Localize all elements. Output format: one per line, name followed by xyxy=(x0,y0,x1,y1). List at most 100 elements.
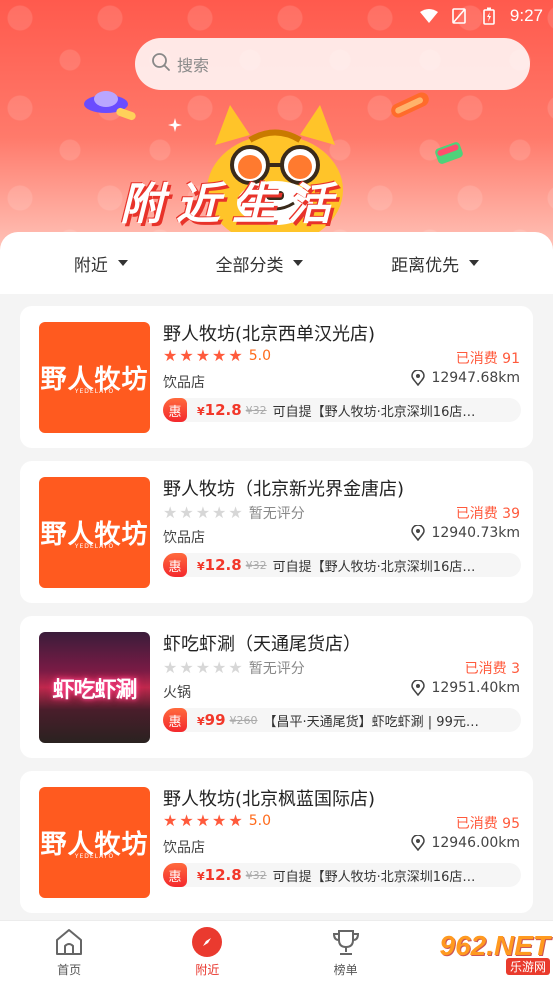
filter-sort[interactable]: 距离优先 xyxy=(391,251,480,276)
star-icon: ★ xyxy=(195,346,211,365)
sold-count: 已消费 95 xyxy=(455,816,520,832)
location-pin-icon xyxy=(411,525,426,541)
caret-down-icon xyxy=(293,260,304,266)
store-name: 野人牧坊(北京枫蓝国际店) xyxy=(163,789,376,810)
store-name: 虾吃虾涮（天通尾货店） xyxy=(163,634,361,655)
filter-label: 全部分类 xyxy=(215,255,284,276)
nav-label: 首页 xyxy=(57,962,82,977)
deal-price: ¥12.8 xyxy=(197,401,242,419)
home-icon xyxy=(56,928,83,955)
store-logo-sub: YEDELATO xyxy=(74,388,115,395)
deal-original-price: ¥260 xyxy=(229,713,258,727)
store-category: 饮品店 xyxy=(163,375,205,391)
deal-description: 可自提【野人牧坊·北京深圳16店… xyxy=(272,869,476,885)
store-card[interactable]: 野人牧坊 YEDELATO 野人牧坊(北京西单汉光店) ★ ★ ★ ★ ★ 5.0 已消… xyxy=(20,306,533,448)
star-icon: ★ xyxy=(195,658,211,677)
store-rating: ★ ★ ★ ★ ★ 暂无评分 xyxy=(163,658,305,678)
store-rating: ★ ★ ★ ★ ★ 5.0 xyxy=(163,346,271,365)
nav-label: 榜单 xyxy=(333,962,358,977)
wifi-icon xyxy=(419,7,438,25)
deal-row[interactable]: 惠 ¥12.8 ¥32 可自提【野人牧坊·北京深圳16店… xyxy=(163,863,521,887)
status-time: 9:27 xyxy=(509,6,543,25)
star-icon: ★ xyxy=(163,658,178,677)
store-card[interactable]: 野人牧坊 YEDELATO 野人牧坊（北京新光界金唐店) ★ ★ ★ ★ ★ 暂无评分 … xyxy=(20,461,533,603)
store-logo-sub: YEDELATO xyxy=(74,853,115,860)
nav-ranking[interactable]: 榜单 xyxy=(277,921,415,983)
header-banner: 9:27 搜索 附近生活 xyxy=(0,0,553,250)
caret-down-icon xyxy=(469,260,480,266)
store-rating: ★ ★ ★ ★ ★ 暂无评分 xyxy=(163,503,305,523)
nav-home[interactable]: 首页 xyxy=(0,921,138,983)
status-bar: 9:27 xyxy=(0,0,553,32)
star-icon: ★ xyxy=(179,503,194,522)
ufo-icon xyxy=(84,91,136,121)
deal-price: ¥99 xyxy=(197,711,226,729)
star-icon: ★ xyxy=(179,658,194,677)
star-icon: ★ xyxy=(212,503,227,522)
store-list: 野人牧坊 YEDELATO 野人牧坊(北京西单汉光店) ★ ★ ★ ★ ★ 5.0 已消… xyxy=(0,294,553,919)
deal-badge: 惠 xyxy=(163,863,187,887)
deal-badge: 惠 xyxy=(163,553,187,577)
rating-score: 5.0 xyxy=(248,348,271,364)
search-bar[interactable]: 搜索 xyxy=(135,38,530,90)
sold-count: 已消费 39 xyxy=(455,506,520,522)
store-distance: 12946.00km xyxy=(411,835,520,851)
deal-row[interactable]: 惠 ¥12.8 ¥32 可自提【野人牧坊·北京深圳16店… xyxy=(163,553,521,577)
store-name: 野人牧坊（北京新光界金唐店) xyxy=(163,479,405,500)
store-category: 饮品店 xyxy=(163,840,205,856)
star-icon: ★ xyxy=(228,346,243,365)
star-icon: ★ xyxy=(212,811,227,830)
star-icon: ★ xyxy=(212,658,227,677)
star-icon: ★ xyxy=(228,503,243,522)
distance-value: 12946.00km xyxy=(431,835,520,851)
deal-description: 可自提【野人牧坊·北京深圳16店… xyxy=(272,404,476,420)
deal-row[interactable]: 惠 ¥12.8 ¥32 可自提【野人牧坊·北京深圳16店… xyxy=(163,398,521,422)
filter-nearby[interactable]: 附近 xyxy=(74,251,128,276)
deal-original-price: ¥32 xyxy=(245,558,267,572)
store-category: 火锅 xyxy=(163,685,191,701)
store-rating: ★ ★ ★ ★ ★ 5.0 xyxy=(163,811,271,830)
deal-description: 可自提【野人牧坊·北京深圳16店… xyxy=(272,559,476,575)
store-category: 饮品店 xyxy=(163,530,205,546)
filter-label: 附近 xyxy=(73,255,108,276)
star-icon: ★ xyxy=(228,811,243,830)
location-pin-icon xyxy=(411,370,426,386)
sold-count: 已消费 91 xyxy=(455,351,520,367)
store-thumbnail: 野人牧坊 YEDELATO xyxy=(39,787,150,898)
caret-down-icon xyxy=(117,260,128,266)
deal-row[interactable]: 惠 ¥99 ¥260 【昌平·天通尾货】虾吃虾涮 | 99元… xyxy=(163,708,521,732)
location-pin-icon xyxy=(411,835,426,851)
watermark-subtext: 乐游网 xyxy=(505,958,550,975)
deal-price: ¥12.8 xyxy=(197,556,242,574)
star-icon: ★ xyxy=(163,811,178,830)
deal-original-price: ¥32 xyxy=(245,403,267,417)
store-logo-text: 虾吃虾涮 xyxy=(52,677,137,703)
store-thumbnail: 野人牧坊 YEDELATO xyxy=(39,322,150,433)
filter-category[interactable]: 全部分类 xyxy=(215,251,304,276)
watermark-logo: 962.NET 乐游网 xyxy=(415,925,550,980)
deal-badge: 惠 xyxy=(163,398,187,422)
search-icon xyxy=(151,52,171,76)
sparkle-icon xyxy=(168,118,182,132)
trophy-icon xyxy=(332,929,359,955)
distance-value: 12940.73km xyxy=(431,525,520,541)
compass-icon xyxy=(192,926,223,957)
deal-badge: 惠 xyxy=(163,708,187,732)
nav-nearby[interactable]: 附近 xyxy=(138,921,276,983)
store-logo-sub: YEDELATO xyxy=(74,543,115,550)
star-icon: ★ xyxy=(179,346,194,365)
rating-score: 暂无评分 xyxy=(248,506,305,522)
filter-label: 距离优先 xyxy=(391,255,460,276)
sim-icon xyxy=(450,7,468,25)
store-distance: 12951.40km xyxy=(411,680,520,696)
distance-value: 12951.40km xyxy=(431,680,520,696)
store-distance: 12940.73km xyxy=(411,525,520,541)
star-icon: ★ xyxy=(163,346,178,365)
star-icon: ★ xyxy=(195,811,211,830)
store-card[interactable]: 虾吃虾涮 虾吃虾涮（天通尾货店） ★ ★ ★ ★ ★ 暂无评分 已消费 3 火锅 129… xyxy=(20,616,533,758)
star-icon: ★ xyxy=(163,503,178,522)
store-thumbnail: 野人牧坊 YEDELATO xyxy=(39,477,150,588)
filter-bar: 附近 全部分类 距离优先 xyxy=(0,232,553,294)
store-distance: 12947.68km xyxy=(411,370,520,386)
store-card[interactable]: 野人牧坊 YEDELATO 野人牧坊(北京枫蓝国际店) ★ ★ ★ ★ ★ 5.0 已消… xyxy=(20,771,533,913)
